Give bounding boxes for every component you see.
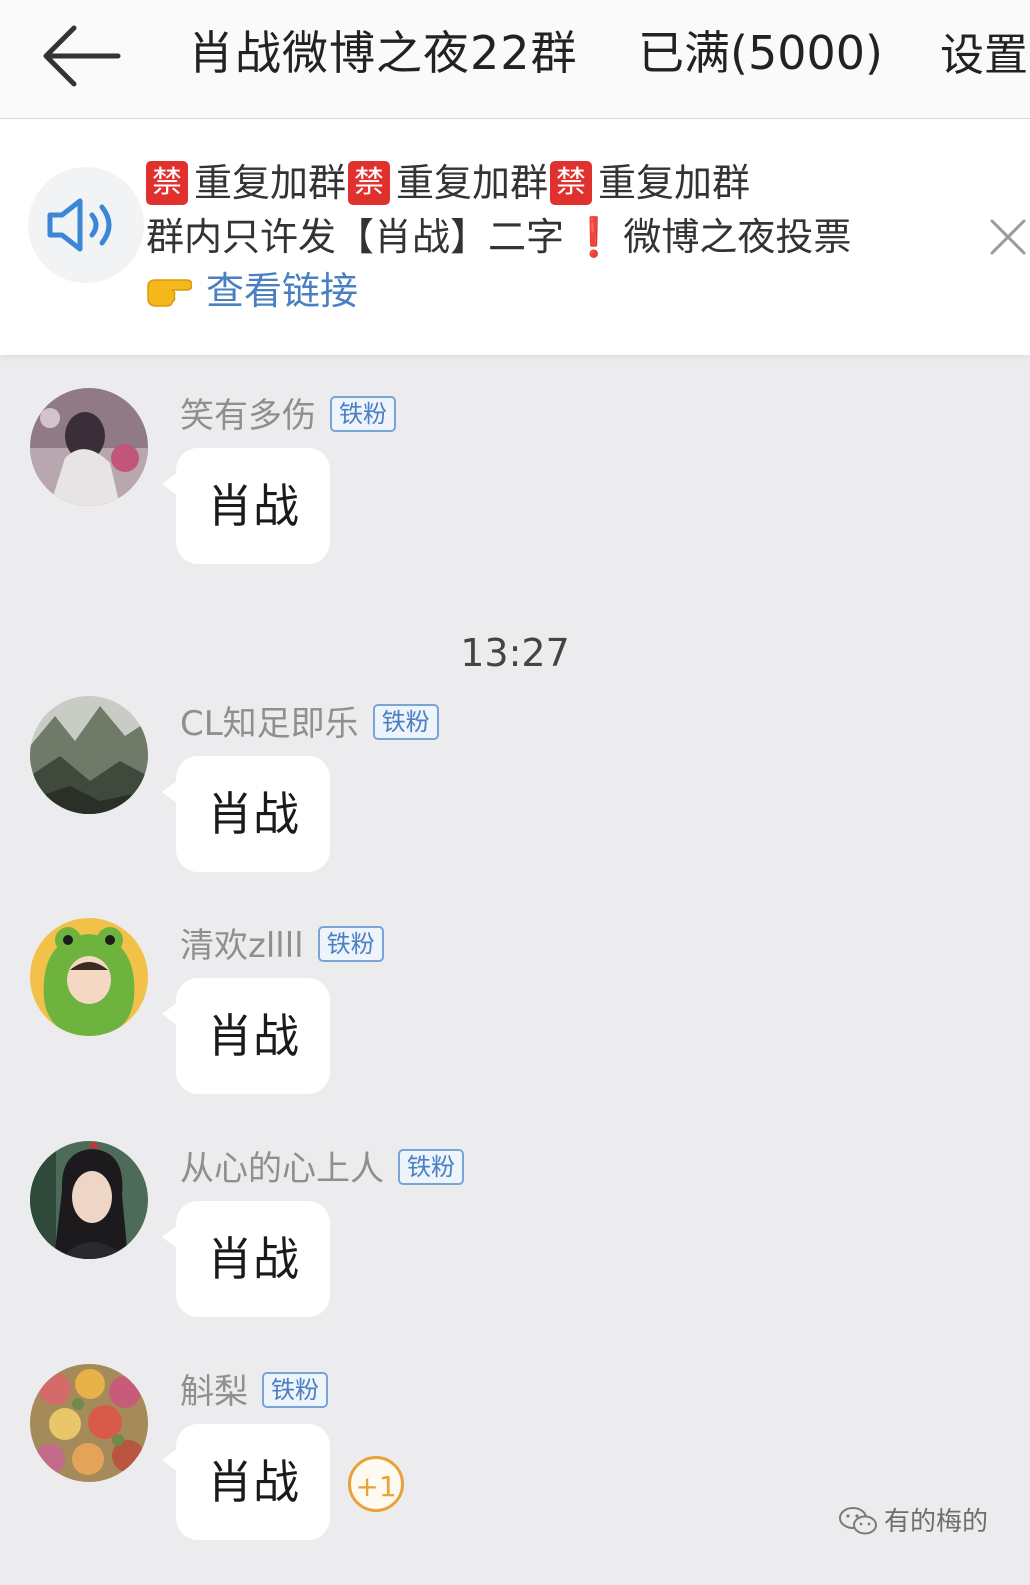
pointing-hand-icon: [147, 279, 192, 307]
sender-line: 笑有多伤 铁粉: [180, 394, 396, 438]
fan-badge: 铁粉: [398, 1148, 464, 1185]
avatar[interactable]: [30, 918, 148, 1036]
notice-text-line: 群内只许发【肖战】二字 ❗ 微博之夜投票: [146, 211, 851, 263]
chat-message: CL知足即乐 铁粉 肖战: [0, 696, 1030, 876]
fan-badge: 铁粉: [372, 703, 439, 740]
message-bubble[interactable]: 肖战: [162, 978, 330, 1094]
fan-badge: 铁粉: [330, 395, 396, 432]
sender-line: 斛梨 铁粉: [180, 1370, 328, 1414]
sender-line: CL知足即乐 铁粉: [180, 702, 439, 746]
chat-message: 笑有多伤 铁粉 肖战: [0, 388, 1030, 568]
notice-rule-text: 群内只许发【肖战】二字: [146, 215, 565, 259]
close-icon: [990, 219, 1026, 255]
ban-badge: 禁: [146, 160, 188, 205]
avatar[interactable]: [30, 696, 148, 814]
back-button[interactable]: [38, 18, 128, 94]
ban-text: 重复加群: [194, 161, 347, 205]
watermark: 有的梅的: [838, 1504, 988, 1540]
sender-name: 笑有多伤: [180, 396, 316, 436]
notice-link-line: 查看链接: [146, 265, 358, 317]
message-bubble[interactable]: 肖战: [162, 756, 330, 872]
notice-icon-wrap: [28, 167, 144, 283]
sender-name: 从心的心上人: [180, 1149, 384, 1189]
exclamation-icon: ❗: [570, 215, 618, 259]
group-title: 肖战微博之夜22群: [188, 26, 578, 80]
sender-name: 斛梨: [180, 1372, 248, 1412]
notice-close-button[interactable]: [986, 215, 1030, 259]
ban-badge: 禁: [348, 160, 391, 205]
avatar[interactable]: [30, 1141, 148, 1259]
avatar[interactable]: [30, 388, 148, 506]
chat-message: 清欢zllll 铁粉 肖战: [0, 918, 1030, 1098]
view-link[interactable]: 查看链接: [206, 269, 358, 313]
sender-line: 从心的心上人 铁粉: [180, 1147, 464, 1191]
ban-text: 重复加群: [598, 161, 751, 205]
time-separator: 13:27: [460, 631, 570, 675]
fan-badge: 铁粉: [262, 1371, 328, 1408]
message-bubble[interactable]: 肖战: [162, 1424, 330, 1540]
sender-line: 清欢zllll 铁粉: [180, 924, 384, 968]
message-bubble[interactable]: 肖战: [162, 1201, 330, 1317]
member-status: 已满(5000): [638, 26, 883, 80]
message-bubble[interactable]: 肖战: [162, 448, 330, 564]
ban-badge: 禁: [550, 160, 593, 205]
ban-text: 重复加群: [396, 161, 549, 205]
wechat-icon: [839, 1506, 877, 1534]
settings-button[interactable]: 设置: [940, 26, 1030, 86]
fan-badge: 铁粉: [317, 925, 384, 962]
group-notice[interactable]: 禁重复加群禁重复加群禁重复加群 群内只许发【肖战】二字 ❗ 微博之夜投票 查看链接: [0, 119, 1030, 355]
chat-message: 从心的心上人 铁粉 肖战: [0, 1141, 1030, 1321]
watermark-text: 有的梅的: [884, 1507, 989, 1537]
sender-name: 清欢zllll: [180, 926, 304, 966]
plus-one-button[interactable]: +1: [348, 1456, 404, 1512]
back-arrow-icon: [43, 25, 121, 87]
sender-name: CL知足即乐: [180, 704, 359, 744]
notice-vote-text: 微博之夜投票: [623, 215, 852, 259]
speaker-icon: [47, 198, 112, 252]
avatar[interactable]: [30, 1364, 148, 1482]
notice-rule-line: 禁重复加群禁重复加群禁重复加群: [146, 157, 752, 209]
top-bar: 肖战微博之夜22群 已满(5000) 设置: [0, 0, 1030, 119]
